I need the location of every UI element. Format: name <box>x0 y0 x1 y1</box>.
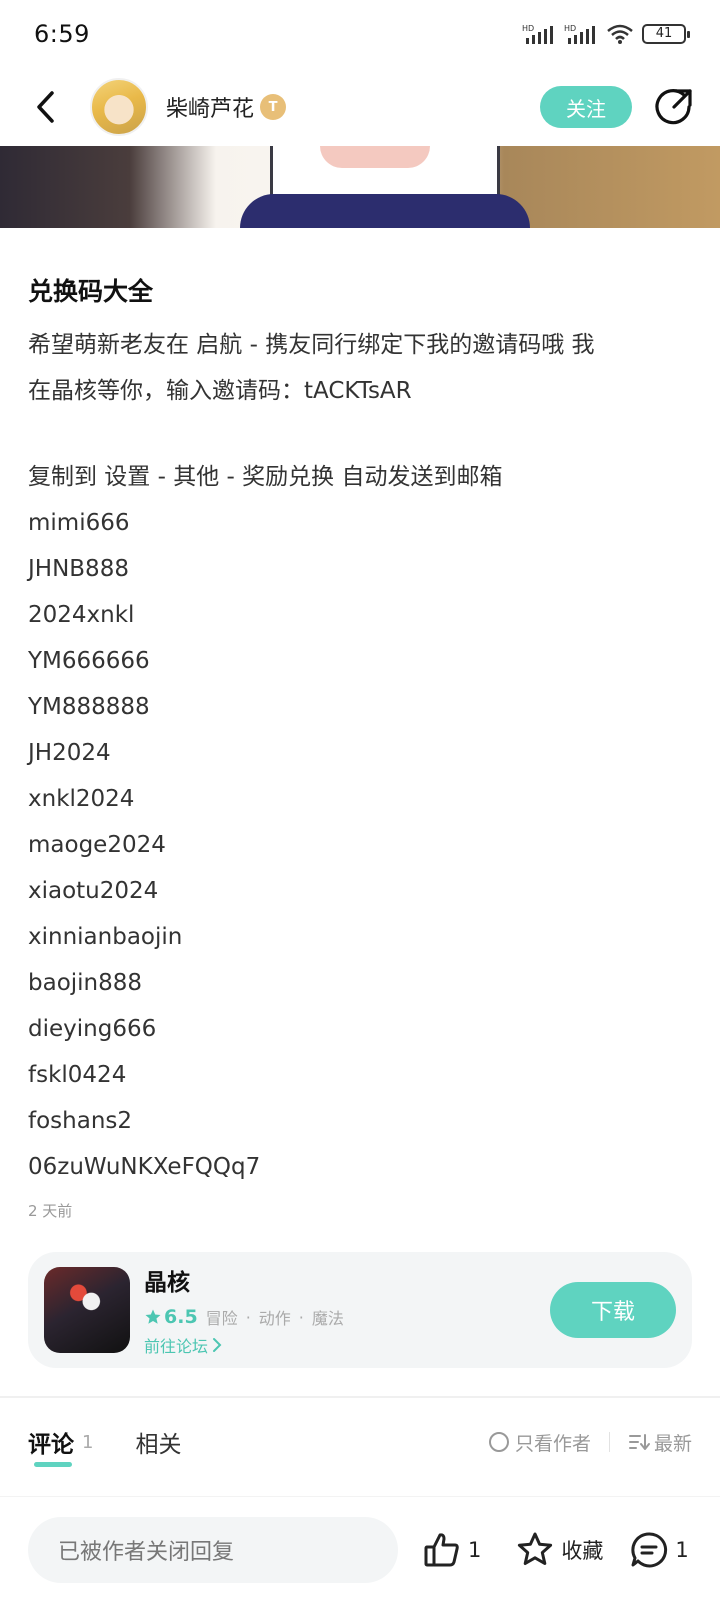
battery-icon: 41 <box>642 24 690 44</box>
post-header: 柴崎芦花 T 关注 <box>0 68 720 146</box>
redeem-code: foshans2 <box>28 1108 133 1134</box>
comment-filters: 只看作者 最新 <box>488 1429 692 1456</box>
game-name: 晶核 <box>144 1270 190 1296</box>
level-badge: T <box>260 94 287 120</box>
signal-hd-icon-2: HD <box>564 24 595 44</box>
star-icon <box>145 1309 161 1324</box>
image-ribbon <box>240 194 530 228</box>
redeem-code: 06zuWuNKXeFQQq7 <box>28 1154 261 1180</box>
tag-separator: · <box>245 1307 251 1327</box>
redeem-code: JHNB888 <box>28 556 129 582</box>
redeem-code: dieying666 <box>28 1016 157 1042</box>
status-bar: 6:59 HD HD 41 <box>0 0 720 68</box>
share-button[interactable] <box>652 85 696 129</box>
bottom-action-bar: 已被作者关闭回复 1 收藏 1 <box>28 1516 692 1584</box>
wifi-icon <box>607 24 633 44</box>
post-title: 兑换码大全 <box>28 277 154 306</box>
forum-link-label: 前往论坛 <box>144 1337 209 1356</box>
like-button[interactable]: 1 <box>422 1530 481 1570</box>
redeem-code: 2024xnkl <box>28 602 135 628</box>
author-name[interactable]: 柴崎芦花 <box>166 91 254 123</box>
game-rating: 6.5 <box>144 1306 198 1328</box>
game-tag: 魔法 <box>311 1309 344 1328</box>
comment-tabs: 评论 1 相关 只看作者 最新 <box>28 1412 692 1472</box>
download-button[interactable]: 下载 <box>550 1282 676 1338</box>
comments-count: 1 <box>82 1431 94 1453</box>
redeem-code: YM888888 <box>28 694 150 720</box>
redeem-code: xnkl2024 <box>28 786 135 812</box>
comment-icon <box>631 1532 668 1568</box>
reply-input[interactable]: 已被作者关闭回复 <box>28 1517 398 1583</box>
chevron-right-icon <box>213 1338 222 1352</box>
post-line: 复制到 设置 - 其他 - 奖励兑换 自动发送到邮箱 <box>28 464 503 490</box>
forum-link[interactable]: 前往论坛 <box>144 1333 550 1357</box>
svg-text:HD: HD <box>522 24 534 33</box>
post-image[interactable] <box>0 146 720 228</box>
game-icon[interactable] <box>44 1267 130 1353</box>
comment-count: 1 <box>675 1538 689 1562</box>
avatar[interactable] <box>90 78 148 136</box>
tag-separator: · <box>298 1307 304 1327</box>
like-count: 1 <box>468 1538 482 1562</box>
game-meta: 6.5 冒险 · 动作 · 魔法 <box>144 1305 550 1329</box>
share-icon <box>655 89 692 125</box>
redeem-code: YM666666 <box>28 648 150 674</box>
status-time: 6:59 <box>34 20 90 48</box>
filter-divider <box>608 1432 610 1452</box>
status-icons: HD HD 41 <box>522 23 690 45</box>
redeem-code: baojin888 <box>28 970 143 996</box>
redeem-code: xinnianbaojin <box>28 924 183 950</box>
comment-button[interactable]: 1 <box>629 1530 689 1570</box>
tab-comments[interactable]: 评论 <box>28 1425 74 1467</box>
tabs-divider <box>0 1496 720 1497</box>
post-line: 希望萌新老友在 启航 - 携友同行绑定下我的邀请码哦 我 <box>28 332 595 358</box>
redeem-code: fskl0424 <box>28 1062 127 1088</box>
favorite-label: 收藏 <box>561 1539 604 1563</box>
redeem-code: mimi666 <box>28 510 130 536</box>
redeem-code: JH2024 <box>28 740 111 766</box>
only-author-toggle[interactable]: 只看作者 <box>515 1429 591 1456</box>
svg-text:HD: HD <box>564 24 576 33</box>
signal-hd-icon: HD <box>522 24 553 44</box>
game-tag: 冒险 <box>205 1309 238 1328</box>
post-content: 兑换码大全 希望萌新老友在 启航 - 携友同行绑定下我的邀请码哦 我 在晶核等你… <box>28 262 692 1221</box>
section-divider <box>0 1396 720 1398</box>
sort-icon[interactable] <box>628 1432 650 1452</box>
post-timestamp: 2 天前 <box>28 1202 73 1220</box>
chevron-left-icon <box>37 91 54 123</box>
thumbs-up-icon <box>424 1533 459 1567</box>
follow-button[interactable]: 关注 <box>540 86 632 128</box>
game-rating-value: 6.5 <box>164 1306 198 1328</box>
tab-related[interactable]: 相关 <box>135 1425 181 1459</box>
only-author-radio-icon[interactable] <box>488 1432 509 1452</box>
game-info: 晶核 6.5 冒险 · 动作 · 魔法 前往论坛 <box>144 1263 550 1357</box>
back-button[interactable] <box>24 85 68 129</box>
sort-latest[interactable]: 最新 <box>654 1429 692 1456</box>
post-line: 在晶核等你，输入邀请码：tACKTsAR <box>28 378 412 404</box>
redeem-code: maoge2024 <box>28 832 166 858</box>
game-tag: 动作 <box>258 1309 291 1328</box>
redeem-code: xiaotu2024 <box>28 878 159 904</box>
favorite-button[interactable]: 收藏 <box>515 1530 603 1570</box>
image-face <box>320 146 430 168</box>
star-outline-icon <box>518 1532 553 1565</box>
game-card[interactable]: 晶核 6.5 冒险 · 动作 · 魔法 前往论坛 下载 <box>28 1252 692 1368</box>
